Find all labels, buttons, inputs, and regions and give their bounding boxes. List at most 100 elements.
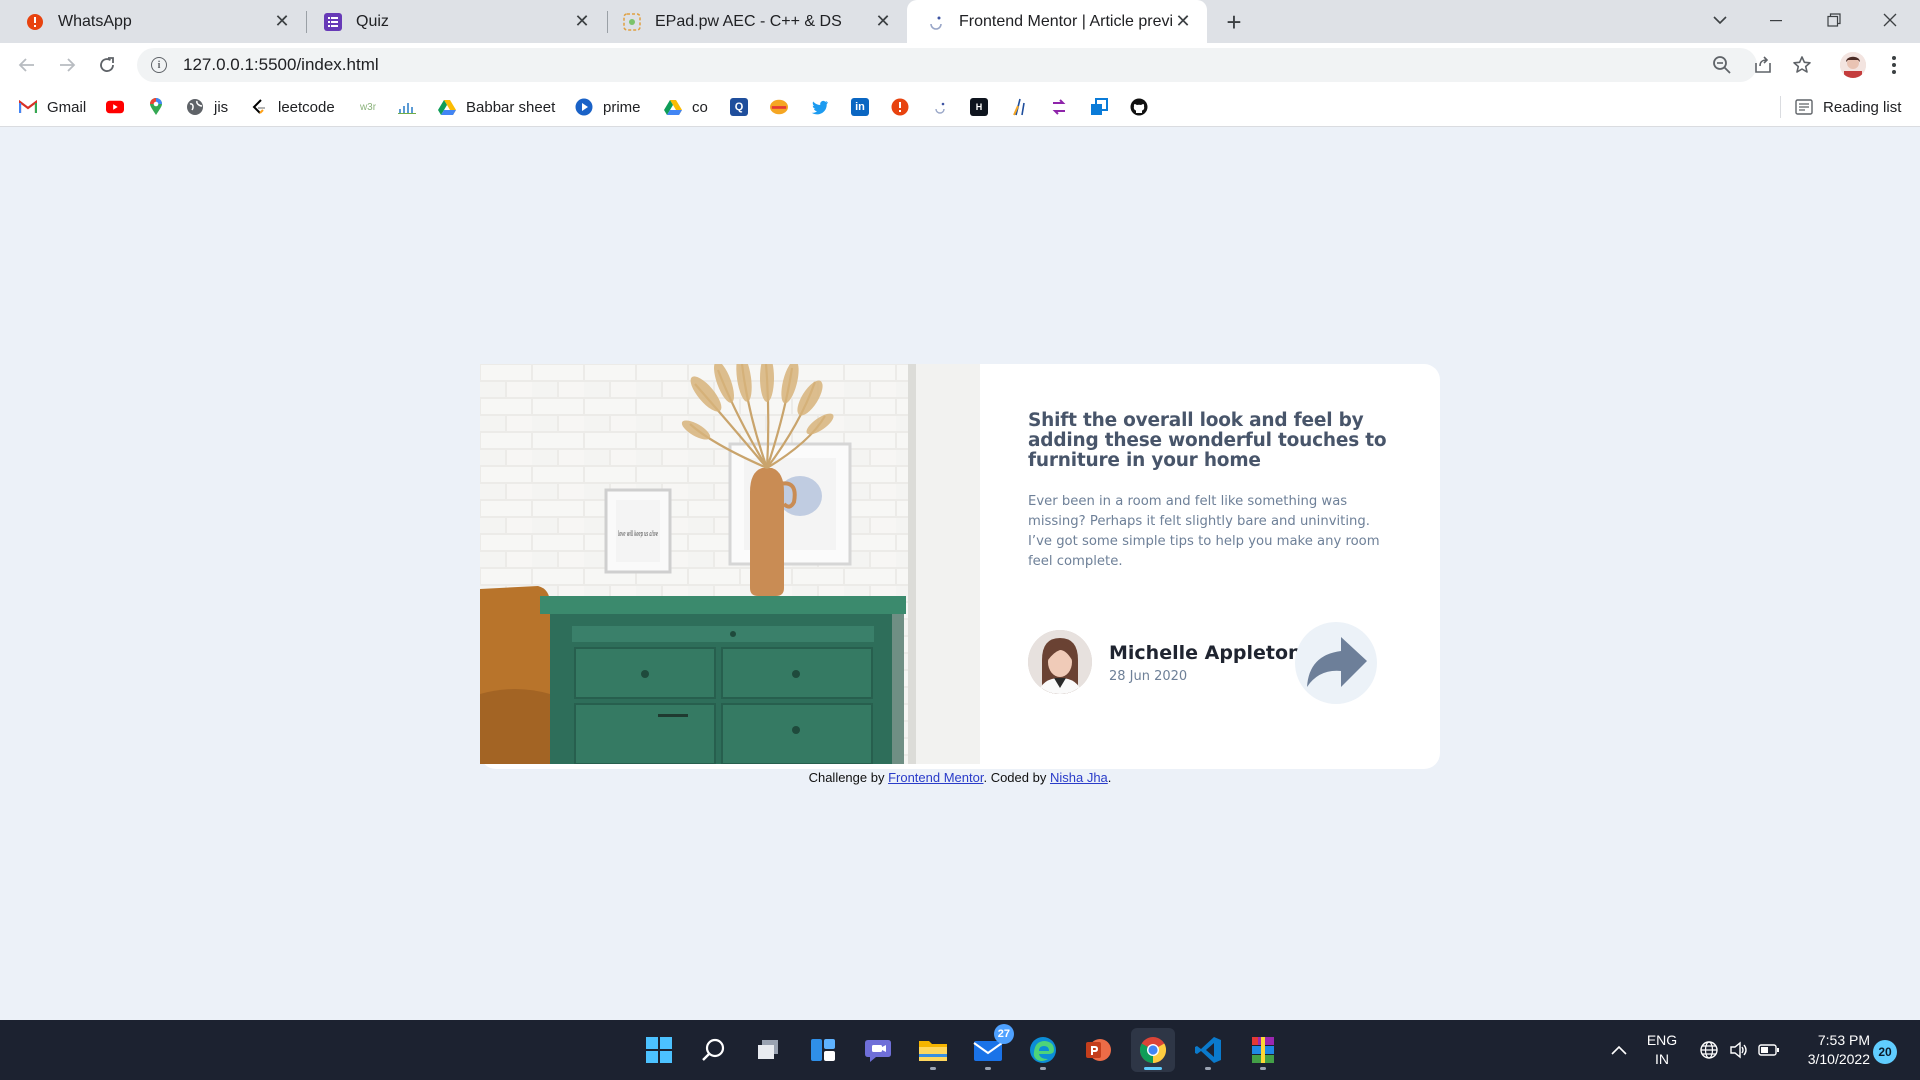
frontend-mentor-link[interactable]: Frontend Mentor bbox=[888, 770, 983, 785]
bookmark-ladder[interactable] bbox=[1010, 96, 1028, 118]
vscode-icon[interactable] bbox=[1186, 1028, 1230, 1072]
whatsapp-icon bbox=[26, 13, 44, 31]
mail-icon[interactable]: 27 bbox=[966, 1024, 1014, 1072]
clock-date: 3/10/2022 bbox=[1807, 1051, 1870, 1067]
bookmark-label: leetcode bbox=[278, 98, 335, 116]
tab-quiz[interactable]: Quiz ✕ bbox=[306, 0, 606, 43]
article-content: Shift the overall look and feel by addin… bbox=[1028, 411, 1398, 572]
tab-title: WhatsApp bbox=[58, 12, 132, 30]
minimize-icon[interactable] bbox=[1748, 0, 1804, 40]
author-link[interactable]: Nisha Jha bbox=[1050, 770, 1108, 785]
close-icon[interactable]: ✕ bbox=[272, 11, 292, 32]
back-icon[interactable] bbox=[13, 51, 41, 79]
teams-chat-icon[interactable] bbox=[856, 1028, 900, 1072]
share-arrow-icon bbox=[1307, 637, 1367, 687]
chrome-icon[interactable] bbox=[1131, 1028, 1175, 1072]
site-info-icon[interactable]: i bbox=[151, 57, 167, 73]
publish-date: 28 Jun 2020 bbox=[1109, 669, 1188, 684]
bookmark-sync[interactable] bbox=[1050, 96, 1068, 118]
bookmark-jis[interactable]: jis bbox=[186, 96, 228, 118]
bookmark-co[interactable]: co bbox=[664, 96, 708, 118]
tab-frontend-mentor[interactable]: Frontend Mentor | Article previe ✕ bbox=[907, 0, 1207, 43]
powerpoint-icon[interactable] bbox=[1076, 1028, 1120, 1072]
bookmark-babbar-sheet[interactable]: Babbar sheet bbox=[438, 96, 555, 118]
zoom-icon[interactable] bbox=[1710, 53, 1734, 77]
new-tab-button[interactable]: + bbox=[1220, 8, 1248, 36]
running-indicator bbox=[930, 1067, 936, 1070]
more-menu-icon[interactable] bbox=[1882, 53, 1906, 77]
alert-icon bbox=[891, 98, 909, 116]
author-avatar bbox=[1028, 630, 1092, 694]
bookmark-label: Babbar sheet bbox=[466, 98, 556, 116]
winrar-icon[interactable] bbox=[1241, 1028, 1285, 1072]
address-bar[interactable]: i 127.0.0.1:5500/index.html bbox=[137, 48, 1757, 82]
file-explorer-icon[interactable] bbox=[911, 1028, 955, 1072]
profile-avatar[interactable] bbox=[1840, 52, 1866, 78]
show-hidden-icons-icon[interactable] bbox=[1608, 1039, 1630, 1061]
tab-title: Frontend Mentor | Article previe bbox=[959, 12, 1173, 30]
close-icon[interactable]: ✕ bbox=[572, 11, 592, 32]
restore-icon[interactable] bbox=[1806, 0, 1862, 40]
bookmark-label: co bbox=[692, 98, 708, 116]
language-code: ENG bbox=[1646, 1032, 1678, 1048]
bookmark-github[interactable] bbox=[1130, 96, 1148, 118]
reading-list[interactable]: Reading list bbox=[1795, 96, 1901, 118]
leetcode-icon bbox=[250, 98, 268, 116]
clock[interactable]: 7:53 PM 3/10/2022 bbox=[1790, 1031, 1870, 1069]
bookmark-alert[interactable] bbox=[891, 96, 909, 118]
bookmark-leetcode[interactable]: leetcode bbox=[250, 96, 335, 118]
bookmark-prime[interactable]: prime bbox=[575, 96, 641, 118]
bookmark-q[interactable]: Q bbox=[730, 96, 748, 118]
bookmark-hackerrank[interactable]: H bbox=[970, 96, 988, 118]
close-icon[interactable]: ✕ bbox=[1173, 11, 1193, 32]
reload-icon[interactable] bbox=[93, 51, 121, 79]
close-window-icon[interactable] bbox=[1862, 0, 1918, 40]
bookmark-youtube[interactable] bbox=[106, 96, 124, 118]
bookmark-linkedin[interactable]: in bbox=[851, 96, 869, 118]
search-icon[interactable] bbox=[691, 1028, 735, 1072]
active-indicator bbox=[1144, 1067, 1162, 1070]
bookmark-burger[interactable] bbox=[770, 96, 788, 118]
tab-search-icon[interactable] bbox=[1692, 0, 1748, 40]
clock-time: 7:53 PM bbox=[1817, 1032, 1870, 1048]
browser-toolbar: i 127.0.0.1:5500/index.html bbox=[0, 43, 1920, 87]
article-excerpt: Ever been in a room and felt like someth… bbox=[1028, 494, 1380, 569]
windows-taskbar: 27 ENG IN 7:53 PM 3/10/2022 bbox=[0, 1020, 1920, 1080]
task-view-icon[interactable] bbox=[746, 1028, 790, 1072]
close-icon[interactable]: ✕ bbox=[873, 11, 893, 32]
battery-icon[interactable] bbox=[1758, 1039, 1780, 1061]
ladder-icon bbox=[1010, 98, 1028, 116]
bookmark-maps[interactable] bbox=[147, 96, 165, 118]
network-icon[interactable] bbox=[1698, 1039, 1720, 1061]
tab-title: Quiz bbox=[356, 12, 389, 30]
browser-tab-strip: WhatsApp ✕ Quiz ✕ EPad.pw AEC - C++ & DS… bbox=[0, 0, 1920, 43]
windows-start-icon[interactable] bbox=[637, 1028, 681, 1072]
bookmark-gmail[interactable]: Gmail bbox=[19, 96, 86, 118]
bookmark-label: jis bbox=[214, 98, 229, 116]
bookmark-label: prime bbox=[603, 98, 641, 116]
bookmark-chart[interactable] bbox=[398, 96, 416, 118]
share-button[interactable] bbox=[1295, 622, 1377, 704]
attribution-prefix: Challenge by bbox=[808, 770, 889, 785]
share-icon[interactable] bbox=[1751, 53, 1775, 77]
bookmark-star-icon[interactable] bbox=[1790, 53, 1814, 77]
input-language[interactable]: ENG IN bbox=[1644, 1031, 1680, 1069]
notification-badge[interactable]: 20 bbox=[1873, 1040, 1897, 1064]
bookmark-w3schools[interactable]: w3r bbox=[357, 96, 379, 118]
widgets-icon[interactable] bbox=[801, 1028, 845, 1072]
bookmark-windows-app[interactable] bbox=[1090, 96, 1108, 118]
bookmark-twitter[interactable] bbox=[811, 96, 829, 118]
forward-icon[interactable] bbox=[53, 51, 81, 79]
gmail-icon bbox=[19, 98, 37, 116]
running-indicator bbox=[1040, 1067, 1046, 1070]
bookmark-loader[interactable] bbox=[931, 96, 949, 118]
edge-icon[interactable] bbox=[1021, 1028, 1065, 1072]
windows-app-icon bbox=[1090, 98, 1108, 116]
tab-epad[interactable]: EPad.pw AEC - C++ & DS ✕ bbox=[607, 0, 907, 43]
article-headline: Shift the overall look and feel by addin… bbox=[1028, 410, 1387, 471]
volume-icon[interactable] bbox=[1728, 1039, 1750, 1061]
attribution-middle: . Coded by bbox=[983, 770, 1050, 785]
mail-badge: 27 bbox=[993, 1024, 1014, 1044]
running-indicator bbox=[985, 1067, 991, 1070]
tab-whatsapp[interactable]: WhatsApp ✕ bbox=[0, 0, 306, 43]
